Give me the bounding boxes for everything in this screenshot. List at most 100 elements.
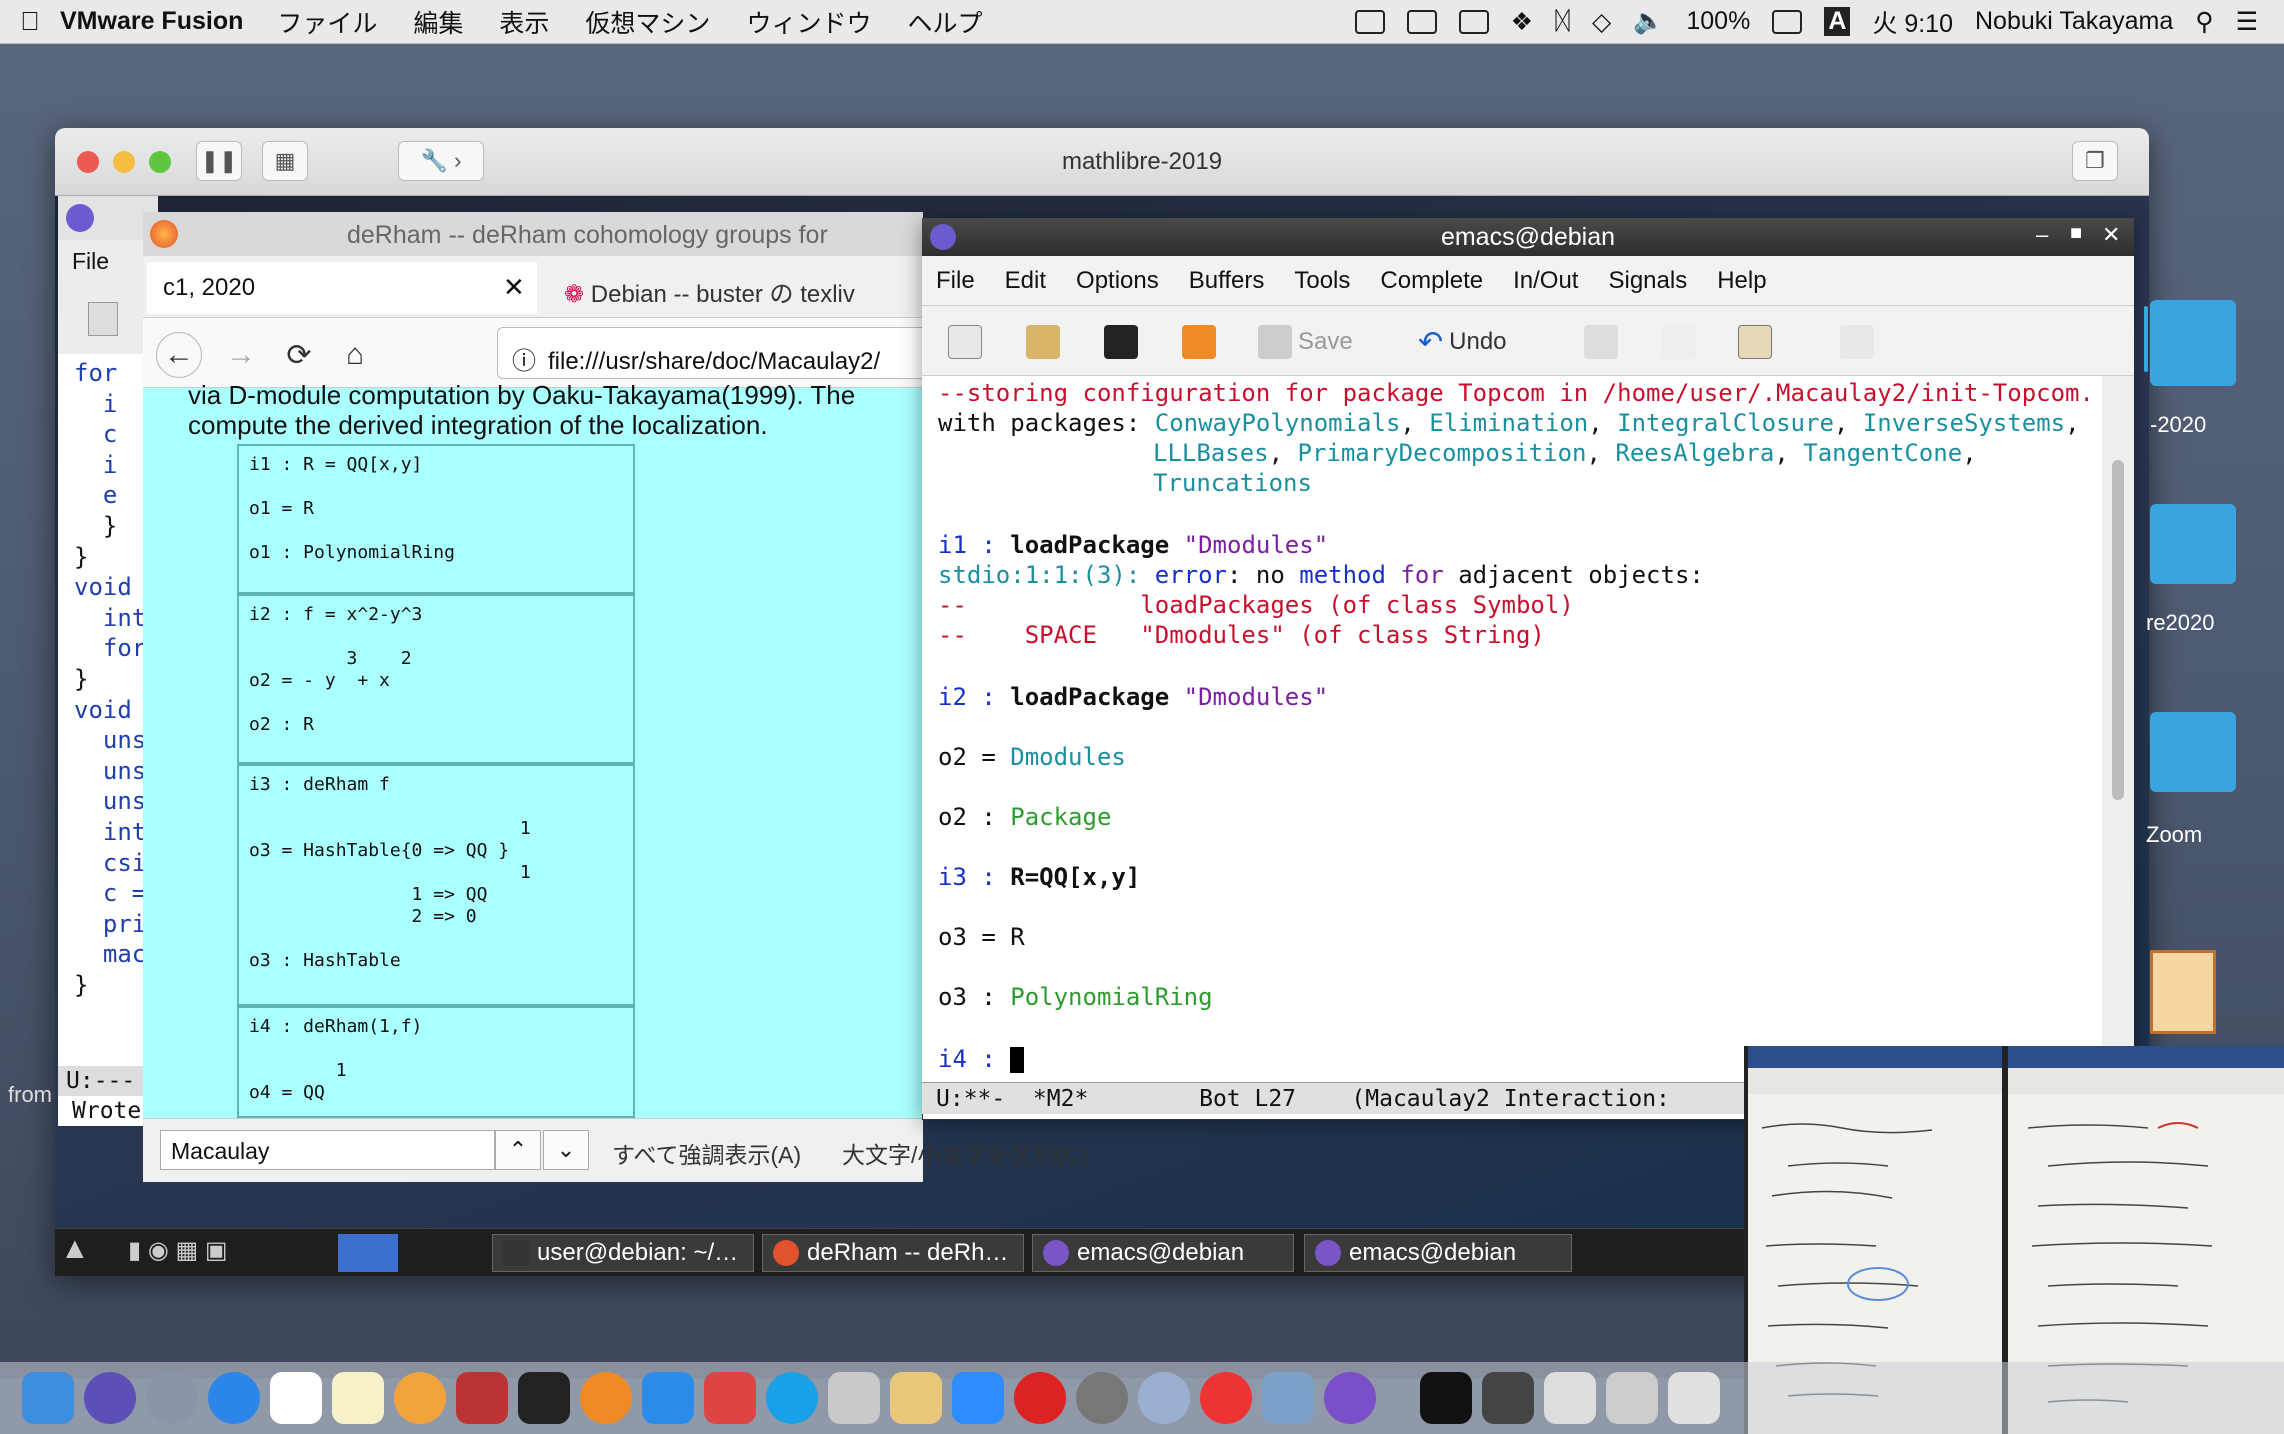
launchpad-icon[interactable] bbox=[146, 1372, 198, 1424]
system-preferences-icon[interactable] bbox=[1076, 1372, 1128, 1424]
open-folder-icon[interactable] bbox=[1026, 325, 1060, 359]
workspace-switcher[interactable] bbox=[338, 1234, 398, 1272]
photos-icon[interactable] bbox=[394, 1372, 446, 1424]
emacs-menu-signals[interactable]: Signals bbox=[1608, 267, 1687, 295]
task-terminal[interactable]: user@debian: ~/… bbox=[492, 1234, 754, 1272]
info-icon[interactable]: ⓘ bbox=[512, 348, 536, 375]
calendar-icon[interactable] bbox=[270, 1372, 322, 1424]
tab-current[interactable]: c1, 2020 bbox=[147, 262, 537, 314]
clock[interactable]: 火 9:10 bbox=[1872, 4, 1953, 40]
url-bar[interactable]: ⓘ file:///usr/share/doc/Macaulay2/ bbox=[497, 327, 937, 379]
save-button[interactable]: Save bbox=[1258, 318, 1353, 366]
emacs-scroll-thumb[interactable] bbox=[2112, 460, 2124, 800]
menu-edit[interactable]: 編集 bbox=[413, 4, 463, 40]
display-icon[interactable] bbox=[1458, 9, 1489, 34]
folder-icon[interactable] bbox=[2144, 306, 2148, 372]
app-store-icon[interactable] bbox=[642, 1372, 694, 1424]
chrome-icon[interactable] bbox=[1200, 1372, 1252, 1424]
dired-icon[interactable] bbox=[1104, 325, 1138, 359]
back-icon[interactable]: ← bbox=[156, 332, 202, 378]
emacs-menu-complete[interactable]: Complete bbox=[1380, 267, 1483, 295]
input-source[interactable]: A bbox=[1824, 7, 1851, 36]
wifi-icon[interactable]: ◇ bbox=[1592, 7, 1611, 37]
new-file-icon[interactable] bbox=[88, 302, 118, 336]
folder-icon[interactable] bbox=[2150, 504, 2236, 584]
preview-icon[interactable] bbox=[828, 1372, 880, 1424]
minimized-window-icon[interactable] bbox=[1482, 1372, 1534, 1424]
dropbox-icon[interactable]: ❖ bbox=[1511, 7, 1533, 37]
tab-debian[interactable]: ❁ Debian -- buster の texliv bbox=[548, 262, 923, 314]
emacs-icon[interactable] bbox=[1324, 1372, 1376, 1424]
reload-icon[interactable]: ⟳ bbox=[276, 332, 322, 378]
match-case-toggle[interactable]: 大文字/小文字を区別(C) bbox=[842, 1136, 1087, 1170]
battery-percent[interactable]: 100% bbox=[1686, 7, 1750, 36]
input-line-i4[interactable]: i4 : bbox=[938, 1044, 1025, 1074]
find-previous-icon[interactable]: ⌃ bbox=[495, 1130, 541, 1170]
folder-icon[interactable] bbox=[2150, 300, 2236, 386]
menu-file[interactable]: ファイル bbox=[277, 4, 377, 40]
emacs-menu-file[interactable]: File bbox=[936, 267, 975, 295]
menu-help[interactable]: ヘルプ bbox=[907, 4, 982, 40]
apple-icon[interactable]:  bbox=[0, 6, 60, 37]
app-name[interactable]: VMware Fusion bbox=[60, 7, 243, 36]
minimized-window-icon[interactable] bbox=[1420, 1372, 1472, 1424]
paste-icon[interactable] bbox=[1738, 325, 1772, 359]
spotlight-icon[interactable]: ⚲ bbox=[2195, 7, 2213, 37]
emacs-menu-options[interactable]: Options bbox=[1076, 267, 1159, 295]
finder-icon[interactable] bbox=[22, 1372, 74, 1424]
emacs-menu-help[interactable]: Help bbox=[1717, 267, 1766, 295]
camera-icon[interactable] bbox=[1354, 9, 1385, 34]
volume-icon[interactable]: 🔈 bbox=[1633, 7, 1664, 36]
task-firefox[interactable]: deRham -- deRh… bbox=[762, 1234, 1024, 1272]
minimize-icon[interactable]: – bbox=[2036, 222, 2048, 248]
home-icon[interactable]: ⌂ bbox=[332, 332, 378, 378]
folder-icon[interactable] bbox=[2150, 712, 2236, 792]
emacs-menu-buffers[interactable]: Buffers bbox=[1189, 267, 1265, 295]
start-menu-icon[interactable]: ▲ bbox=[60, 1232, 120, 1272]
copy-icon[interactable] bbox=[1662, 325, 1696, 359]
notes-icon[interactable] bbox=[332, 1372, 384, 1424]
photobooth-icon[interactable] bbox=[456, 1372, 508, 1424]
skype-icon[interactable] bbox=[766, 1372, 818, 1424]
search-icon[interactable] bbox=[1840, 325, 1874, 359]
screens-icon[interactable] bbox=[1406, 9, 1437, 34]
kill-buffer-icon[interactable] bbox=[1182, 325, 1216, 359]
undo-button[interactable]: ↶ Undo bbox=[1418, 318, 1507, 366]
forward-icon[interactable]: → bbox=[218, 332, 264, 378]
r-icon[interactable] bbox=[1138, 1372, 1190, 1424]
image-capture-icon[interactable] bbox=[1262, 1372, 1314, 1424]
menu-window[interactable]: ウィンドウ bbox=[746, 4, 871, 40]
pencil-icon[interactable] bbox=[890, 1372, 942, 1424]
bluetooth-icon[interactable]: ᛞ bbox=[1555, 7, 1570, 36]
emacs-menu-edit[interactable]: Edit bbox=[1005, 267, 1046, 295]
menu-view[interactable]: 表示 bbox=[499, 4, 549, 40]
user-name[interactable]: Nobuki Takayama bbox=[1975, 7, 2173, 36]
menu-vm[interactable]: 仮想マシン bbox=[585, 4, 710, 40]
emacs-menu-tools[interactable]: Tools bbox=[1294, 267, 1350, 295]
zoom-icon[interactable] bbox=[952, 1372, 1004, 1424]
notification-center-icon[interactable]: ☰ bbox=[2236, 7, 2258, 37]
fullscreen-icon[interactable]: ❐ bbox=[2072, 141, 2118, 181]
safari-icon[interactable] bbox=[208, 1372, 260, 1424]
task-emacs[interactable]: emacs@debian bbox=[1032, 1234, 1294, 1272]
home-folder-icon[interactable] bbox=[2150, 950, 2216, 1034]
find-input[interactable]: Macaulay bbox=[160, 1130, 495, 1170]
tab-close-icon[interactable]: ✕ bbox=[503, 272, 525, 303]
new-file-icon[interactable] bbox=[948, 325, 982, 359]
task-emacs[interactable]: emacs@debian bbox=[1304, 1234, 1572, 1272]
cut-icon[interactable] bbox=[1584, 325, 1618, 359]
find-next-icon[interactable]: ⌄ bbox=[543, 1130, 589, 1170]
battery-icon[interactable] bbox=[1772, 9, 1803, 34]
f5-icon[interactable] bbox=[1014, 1372, 1066, 1424]
books-icon[interactable] bbox=[580, 1372, 632, 1424]
maximize-icon[interactable]: ■ bbox=[2070, 222, 2082, 245]
emacs-buffer[interactable] bbox=[922, 376, 2102, 1082]
close-icon[interactable]: ✕ bbox=[2102, 222, 2120, 248]
emacs-menu-inout[interactable]: In/Out bbox=[1513, 267, 1578, 295]
remote-desktop-icon[interactable] bbox=[704, 1372, 756, 1424]
terminal-icon[interactable] bbox=[518, 1372, 570, 1424]
highlight-all-toggle[interactable]: すべて強調表示(A) bbox=[612, 1136, 801, 1170]
minimized-window-icon[interactable] bbox=[1544, 1372, 1596, 1424]
siri-icon[interactable] bbox=[84, 1372, 136, 1424]
minimized-window-icon[interactable] bbox=[1606, 1372, 1658, 1424]
